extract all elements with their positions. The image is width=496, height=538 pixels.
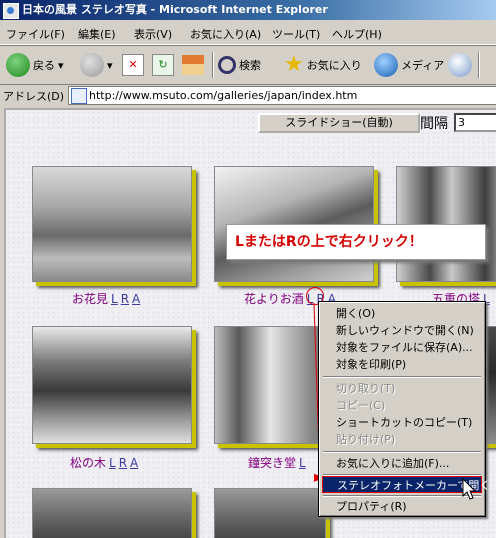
stop-button[interactable]: ✕: [122, 50, 144, 80]
address-label: アドレス(D): [3, 90, 65, 103]
dropdown-arrow-icon[interactable]: ▾: [107, 59, 113, 72]
back-arrow-icon: [6, 53, 30, 77]
caption-ohanami: お花見 L R A: [72, 292, 141, 306]
star-icon: ★: [284, 52, 304, 77]
photo-ohanami[interactable]: [32, 166, 192, 282]
slideshow-button[interactable]: スライドショー(自動): [258, 113, 420, 133]
window-title: 日本の風景 ステレオ写真 - Microsoft Internet Explor…: [22, 3, 328, 16]
history-icon: [448, 53, 472, 77]
page-icon: [71, 88, 87, 104]
link-l[interactable]: L: [111, 292, 118, 306]
caption-matsu: 松の木 L R A: [70, 456, 139, 470]
menu-help[interactable]: ヘルプ(H): [332, 26, 382, 42]
interval-label: 間隔: [420, 116, 448, 132]
menu-item-print-target[interactable]: 対象を印刷(P): [322, 356, 482, 373]
mouse-cursor-icon: [462, 478, 477, 500]
link-a[interactable]: A: [130, 456, 138, 470]
menu-item-copy-shortcut[interactable]: ショートカットのコピー(T): [322, 414, 482, 431]
media-icon: [374, 53, 398, 77]
menu-favorites[interactable]: お気に入り(A): [190, 26, 261, 42]
search-label: 検索: [239, 59, 261, 72]
menu-item-paste: 貼り付け(P): [336, 433, 396, 446]
menu-item-copy: コピー(C): [336, 399, 386, 412]
forward-button[interactable]: ▾: [80, 50, 113, 80]
stop-icon: ✕: [122, 54, 144, 76]
context-menu: 開く(O) 新しいウィンドウで開く(N) 対象をファイルに保存(A)... 対象…: [318, 301, 490, 517]
menu-item-cut: 切り取り(T): [336, 382, 396, 395]
link-a[interactable]: A: [132, 292, 140, 306]
menu-item-add-favorites[interactable]: お気に入りに追加(F)...: [322, 455, 482, 472]
refresh-button[interactable]: ↻: [152, 50, 174, 80]
home-icon: [182, 55, 204, 75]
refresh-icon: ↻: [152, 54, 174, 76]
home-button[interactable]: [182, 50, 204, 80]
menu-item-open-stereophoto-maker[interactable]: ステレオフォトメーカーで開く: [322, 476, 490, 493]
media-button[interactable]: メディア: [374, 50, 444, 80]
search-button[interactable]: 検索: [218, 50, 261, 80]
link-l[interactable]: L: [109, 456, 116, 470]
instruction-callout: LまたはRの上で右クリック！: [226, 224, 486, 260]
address-url: http://www.msuto.com/galleries/japan/ind…: [89, 89, 358, 102]
menu-bar: ファイル(F) 編集(E) 表示(V) お気に入り(A) ツール(T) ヘルプ(…: [0, 22, 496, 45]
menu-view[interactable]: 表示(V): [134, 26, 172, 42]
dropdown-arrow-icon[interactable]: ▾: [58, 59, 64, 72]
interval-input[interactable]: 3: [454, 113, 496, 132]
photo-row3-left[interactable]: [32, 488, 192, 538]
menu-item-open[interactable]: 開く(O): [322, 305, 482, 322]
photo-matsu[interactable]: [32, 326, 192, 444]
title-bar: 日本の風景 ステレオ写真 - Microsoft Internet Explor…: [0, 0, 496, 20]
menu-item-save-target[interactable]: 対象をファイルに保存(A)...: [322, 339, 482, 356]
menu-item-properties[interactable]: プロパティ(R): [322, 498, 482, 515]
search-icon: [218, 56, 236, 74]
address-bar: アドレス(D) http://www.msuto.com/galleries/j…: [0, 84, 496, 106]
caption-shoudou: 鐘突き堂 L: [248, 456, 306, 470]
menu-file[interactable]: ファイル(F): [6, 26, 65, 42]
back-label: 戻る: [33, 59, 55, 72]
media-label: メディア: [401, 59, 445, 72]
ie-page-icon: [3, 3, 19, 19]
link-r[interactable]: R: [121, 292, 129, 306]
menu-edit[interactable]: 編集(E): [78, 26, 116, 42]
favorites-button[interactable]: ★ お気に入り: [284, 50, 362, 80]
link-l[interactable]: L: [299, 456, 306, 470]
photo-row3-middle[interactable]: [214, 488, 326, 538]
toolbar: 戻る ▾ ▾ ✕ ↻ 検索 ★ お気に入り メディア: [0, 45, 496, 85]
back-button[interactable]: 戻る ▾: [6, 50, 64, 80]
link-r[interactable]: R: [119, 456, 127, 470]
favorites-label: お気に入り: [306, 59, 362, 72]
address-input[interactable]: http://www.msuto.com/galleries/japan/ind…: [68, 86, 496, 105]
forward-arrow-icon: [80, 53, 104, 77]
menu-item-open-new-window[interactable]: 新しいウィンドウで開く(N): [322, 322, 482, 339]
menu-tools[interactable]: ツール(T): [272, 26, 320, 42]
history-button[interactable]: [448, 50, 472, 80]
